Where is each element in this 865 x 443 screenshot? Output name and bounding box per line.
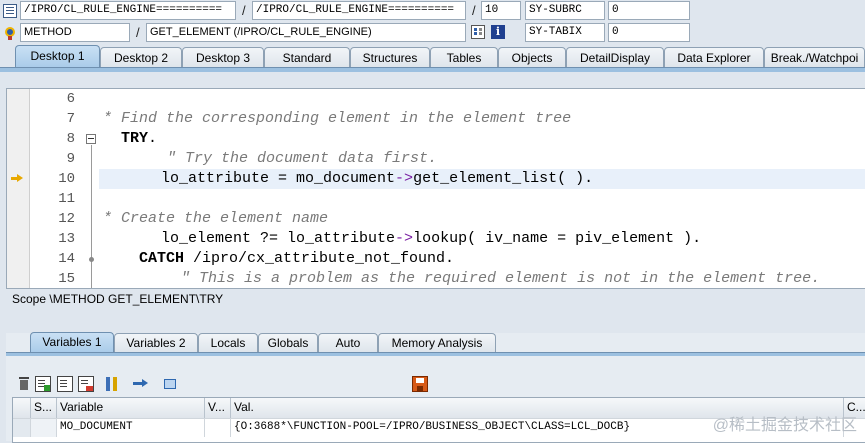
separator: / — [242, 3, 246, 18]
info-icon[interactable]: i — [491, 25, 505, 39]
operator: -> — [395, 230, 414, 247]
code-line[interactable]: " This is a problem as the required elem… — [181, 269, 820, 288]
gear-icon[interactable] — [3, 26, 17, 40]
code-line[interactable]: lo_element ?= lo_attribute->lookup( iv_n… — [161, 229, 701, 249]
tab-desktop-3[interactable]: Desktop 3 — [182, 47, 264, 68]
code-line-current[interactable]: lo_attribute = mo_document->get_element_… — [161, 169, 593, 189]
list-icon[interactable] — [3, 4, 17, 18]
line-number: 8 — [66, 131, 75, 147]
tab-breakpoints-watchpoints[interactable]: Break./Watchpoi — [764, 47, 865, 68]
event-type-field[interactable]: METHOD — [20, 23, 130, 42]
tab-globals[interactable]: Globals — [258, 333, 318, 353]
event-name-field[interactable]: GET_ELEMENT (/IPRO/CL_RULE_ENGINE) — [146, 23, 466, 42]
tab-auto[interactable]: Auto — [318, 333, 378, 353]
tab-underline — [6, 352, 865, 356]
tab-standard[interactable]: Standard — [264, 47, 350, 68]
code-line[interactable]: TRY. — [121, 129, 157, 149]
remove-variable-icon[interactable] — [78, 376, 94, 392]
fold-line — [91, 145, 92, 288]
tab-variables-1[interactable]: Variables 1 — [30, 332, 114, 353]
code-line[interactable]: " Try the document data first. — [167, 149, 437, 169]
code-text: lo_element ?= lo_attribute — [161, 230, 396, 247]
tab-memory-analysis[interactable]: Memory Analysis — [378, 333, 496, 353]
save-icon[interactable] — [412, 376, 428, 392]
system-variable-name[interactable]: SY-SUBRC — [525, 1, 605, 20]
line-number-field[interactable]: 10 — [481, 1, 521, 20]
status-cell — [31, 418, 57, 437]
line-number: 10 — [58, 171, 75, 187]
code-line[interactable]: * Create the element name — [103, 209, 328, 229]
separator: / — [136, 25, 140, 40]
code-text: . — [148, 130, 158, 147]
row-selector[interactable] — [13, 418, 31, 437]
source-code-editor[interactable]: 6 7 8 9 10 11 12 13 14 15 * Find the cor… — [6, 88, 865, 289]
fold-marker-icon — [89, 257, 94, 262]
system-variable-value[interactable]: 0 — [608, 23, 690, 42]
fold-toggle-icon[interactable] — [86, 134, 96, 144]
code-text: get_element_list( ). — [413, 170, 594, 187]
line-number: 11 — [58, 191, 75, 207]
column-header-v[interactable]: V... — [205, 398, 231, 418]
new-variable-icon[interactable] — [35, 376, 51, 392]
desktop-tab-bar: Desktop 1 Desktop 2 Desktop 3 Standard S… — [0, 44, 865, 68]
code-line[interactable]: * Find the corresponding element in the … — [103, 109, 571, 129]
breakpoint-gutter[interactable] — [7, 89, 30, 288]
insert-variable-icon[interactable] — [57, 376, 73, 392]
system-variable-value[interactable]: 0 — [608, 1, 690, 20]
variable-name-cell[interactable]: MO_DOCUMENT — [57, 418, 205, 437]
code-text: /ipro/cx_attribute_not_found. — [184, 250, 455, 267]
line-number: 13 — [58, 231, 75, 247]
transfer-icon[interactable] — [132, 376, 148, 392]
sort-icon[interactable] — [104, 376, 120, 392]
code-text: lookup( iv_name = piv_element ). — [413, 230, 702, 247]
line-number: 7 — [66, 111, 75, 127]
separator: / — [472, 3, 476, 18]
system-variable-name[interactable]: SY-TABIX — [525, 23, 605, 42]
line-number: 15 — [58, 271, 75, 287]
table-icon[interactable] — [471, 25, 485, 39]
tab-structures[interactable]: Structures — [350, 47, 430, 68]
column-header-variable[interactable]: Variable — [57, 398, 205, 418]
code-line[interactable]: CATCH /ipro/cx_attribute_not_found. — [139, 249, 454, 269]
scope-label: Scope \METHOD GET_ELEMENT\TRY — [12, 292, 224, 306]
tab-data-explorer[interactable]: Data Explorer — [664, 47, 764, 68]
tab-detail-display[interactable]: DetailDisplay — [566, 47, 664, 68]
v-cell — [205, 418, 231, 437]
code-text: lo_attribute = mo_document — [161, 170, 396, 187]
line-number: 14 — [58, 251, 75, 267]
tab-underline — [0, 67, 865, 72]
tab-desktop-1[interactable]: Desktop 1 — [15, 45, 100, 68]
tab-locals[interactable]: Locals — [198, 333, 258, 353]
watermark: @稀土掘金技术社区 — [712, 417, 857, 434]
line-number: 6 — [66, 91, 75, 107]
keyword: CATCH — [139, 250, 185, 267]
current-line-arrow-icon — [11, 174, 23, 183]
column-header-status[interactable]: S... — [31, 398, 57, 418]
operator: -> — [395, 170, 414, 187]
row-selector-header — [13, 398, 31, 418]
keyword: TRY — [121, 130, 149, 147]
line-number: 12 — [58, 211, 75, 227]
tab-objects[interactable]: Objects — [498, 47, 566, 68]
open-object-icon[interactable] — [162, 376, 178, 392]
tab-tables[interactable]: Tables — [430, 47, 498, 68]
tab-desktop-2[interactable]: Desktop 2 — [100, 47, 182, 68]
tab-variables-2[interactable]: Variables 2 — [114, 333, 198, 353]
include-field[interactable]: /IPRO/CL_RULE_ENGINE========== — [252, 1, 466, 20]
delete-icon[interactable] — [16, 376, 32, 392]
program-field[interactable]: /IPRO/CL_RULE_ENGINE========== — [20, 1, 236, 20]
line-number: 9 — [66, 151, 75, 167]
